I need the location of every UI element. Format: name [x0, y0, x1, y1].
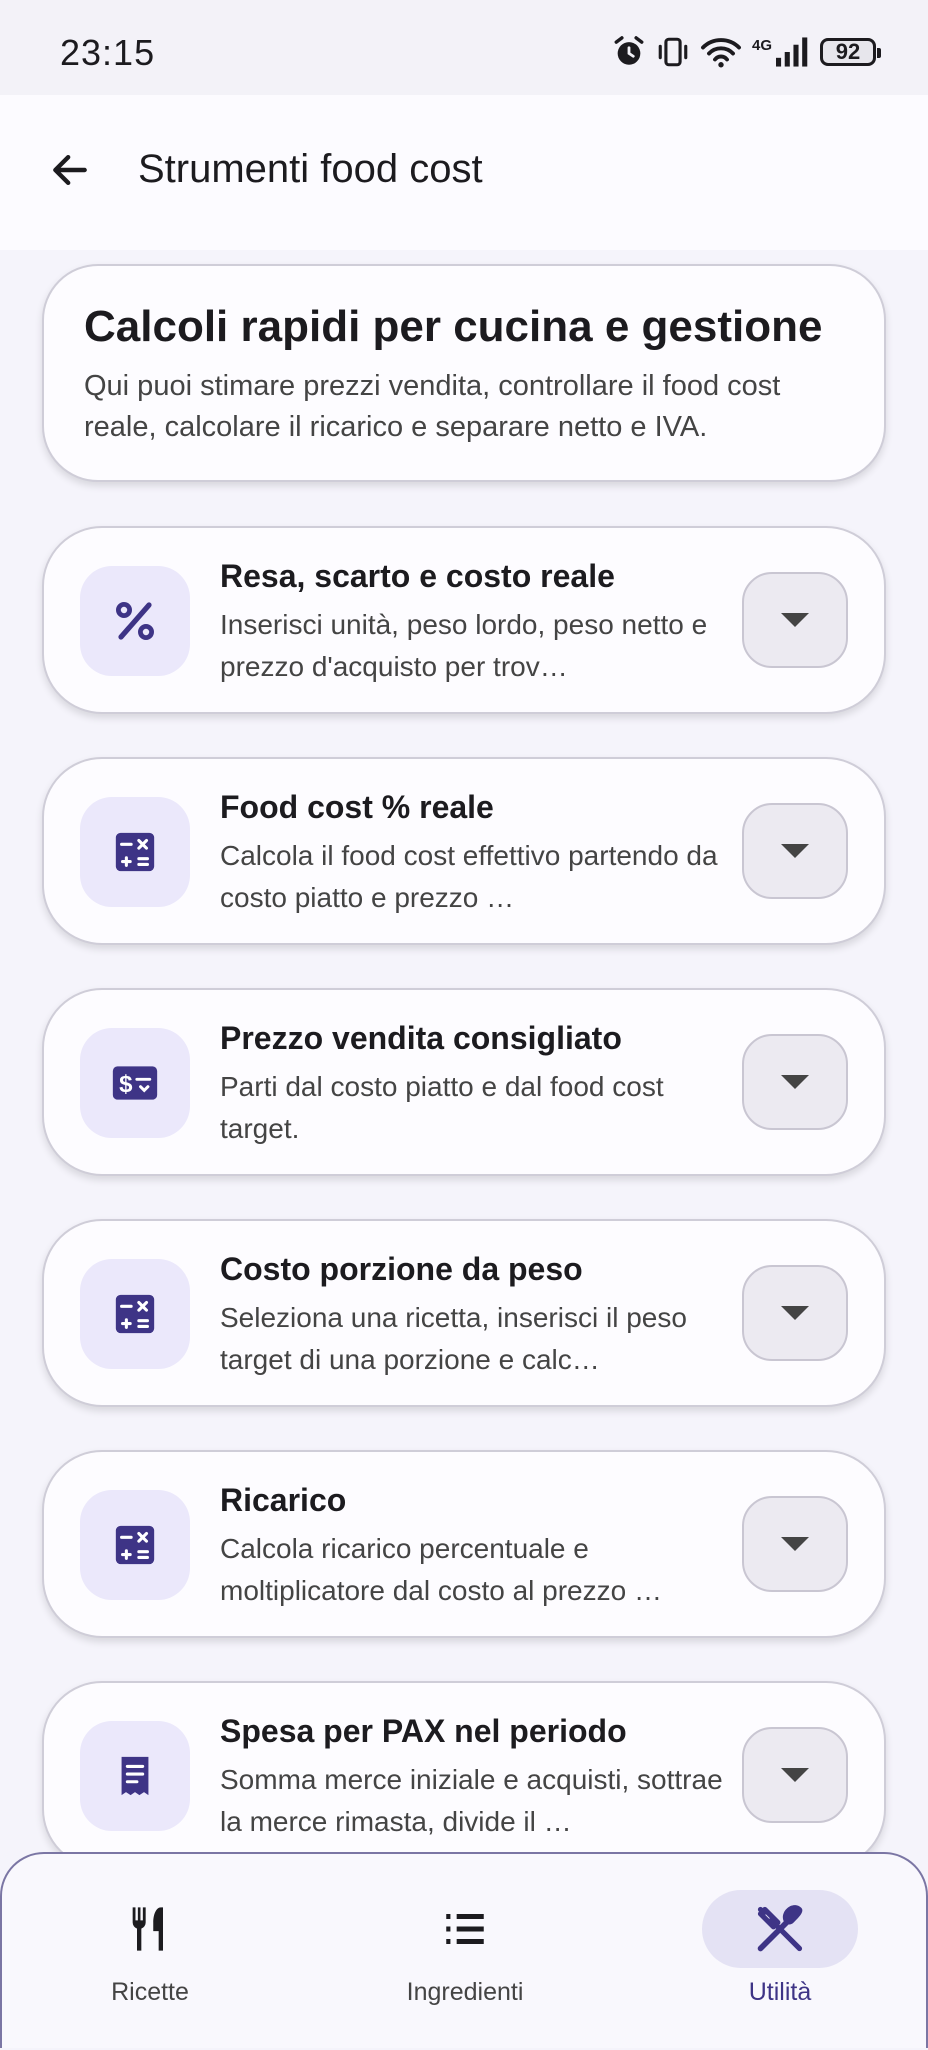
status-icons: 4G 92 [612, 32, 881, 72]
tool-card-ricarico[interactable]: Ricarico Calcola ricarico percentuale e … [42, 1450, 886, 1638]
chevron-down-icon [781, 844, 809, 858]
expand-button[interactable] [742, 803, 848, 899]
tool-description: Somma merce iniziale e acquisti, sottrae… [220, 1764, 723, 1837]
expand-button[interactable] [742, 1034, 848, 1130]
arrow-left-icon [53, 154, 87, 186]
status-bar: 23:15 4G 92 [0, 0, 928, 95]
tool-card-spesa-pax[interactable]: Spesa per PAX nel periodo Somma merce in… [42, 1681, 886, 1869]
tool-icon-box [80, 1259, 190, 1369]
fork-knife-icon [132, 1907, 163, 1951]
back-button[interactable] [40, 140, 100, 200]
battery-icon: 92 [820, 38, 881, 66]
tool-description: Calcola il food cost effettivo partendo … [220, 840, 718, 913]
bottom-navigation: Ricette Ingredienti Utilità [0, 1852, 928, 2048]
tool-description: Calcola ricarico percentuale e moltiplic… [220, 1533, 662, 1606]
app-bar: Strumenti food cost [0, 95, 928, 250]
nav-item-ricette[interactable]: Ricette [10, 1854, 290, 2050]
percent-icon [116, 602, 154, 640]
tool-card-resa[interactable]: Resa, scarto e costo reale Inserisci uni… [42, 526, 886, 714]
nav-icon-container [387, 1890, 543, 1968]
utensils-cross-icon [757, 1905, 803, 1952]
chevron-down-icon [781, 613, 809, 627]
tool-description: Seleziona una ricetta, inserisci il peso… [220, 1302, 687, 1375]
page-title: Strumenti food cost [138, 147, 483, 191]
tool-card-prezzo-vendita[interactable]: $ Prezzo vendita consigliato Parti dal c… [42, 988, 886, 1176]
nav-label: Ingredienti [406, 1978, 524, 2006]
tool-title: Resa, scarto e costo reale [220, 558, 615, 594]
tool-title: Ricarico [220, 1482, 347, 1518]
svg-text:$: $ [119, 1071, 133, 1098]
expand-button[interactable] [742, 572, 848, 668]
tool-description: Parti dal costo piatto e dal food cost t… [220, 1071, 664, 1144]
status-time: 23:15 [60, 32, 156, 73]
nav-item-utilita[interactable]: Utilità [640, 1854, 920, 2050]
chevron-down-icon [781, 1768, 809, 1782]
nav-label: Ricette [111, 1978, 189, 2006]
alarm-icon [614, 36, 644, 65]
tool-icon-box [80, 1490, 190, 1600]
chevron-down-icon [781, 1537, 809, 1551]
calculator-icon [115, 1525, 155, 1565]
tool-icon-box [80, 1721, 190, 1831]
nav-label: Utilità [748, 1978, 812, 2006]
tool-title: Prezzo vendita consigliato [220, 1020, 622, 1056]
calculator-icon [115, 1294, 155, 1334]
tool-icon-box [80, 797, 190, 907]
tool-card-costo-porzione[interactable]: Costo porzione da peso Seleziona una ric… [42, 1219, 886, 1407]
intro-card: Calcoli rapidi per cucina e gestione Qui… [42, 264, 886, 482]
tool-title: Spesa per PAX nel periodo [220, 1713, 627, 1749]
chevron-down-icon [781, 1075, 809, 1089]
nav-icon-container [72, 1890, 228, 1968]
tool-title: Costo porzione da peso [220, 1251, 583, 1287]
vibrate-icon [658, 37, 688, 67]
tool-icon-box [80, 566, 190, 676]
receipt-icon [121, 1756, 149, 1796]
signal-icon [776, 37, 808, 67]
calculator-icon [115, 832, 155, 872]
list-icon [446, 1914, 484, 1944]
expand-button[interactable] [742, 1727, 848, 1823]
expand-button[interactable] [742, 1265, 848, 1361]
battery-level: 92 [835, 39, 861, 64]
tool-card-food-cost[interactable]: Food cost % reale Calcola il food cost e… [42, 757, 886, 945]
chevron-down-icon [781, 1306, 809, 1320]
intro-title: Calcoli rapidi per cucina e gestione [84, 302, 823, 351]
wifi-icon [701, 38, 741, 68]
nav-icon-container [702, 1890, 858, 1968]
nav-item-ingredienti[interactable]: Ingredienti [325, 1854, 605, 2050]
expand-button[interactable] [742, 1496, 848, 1592]
price-tag-icon: $ [112, 1066, 158, 1100]
tool-description: Inserisci unità, peso lordo, peso netto … [220, 609, 708, 682]
tool-title: Food cost % reale [220, 789, 494, 825]
network-type: 4G [751, 36, 772, 54]
tool-icon-box: $ [80, 1028, 190, 1138]
intro-text: Qui puoi stimare prezzi vendita, control… [84, 370, 781, 443]
